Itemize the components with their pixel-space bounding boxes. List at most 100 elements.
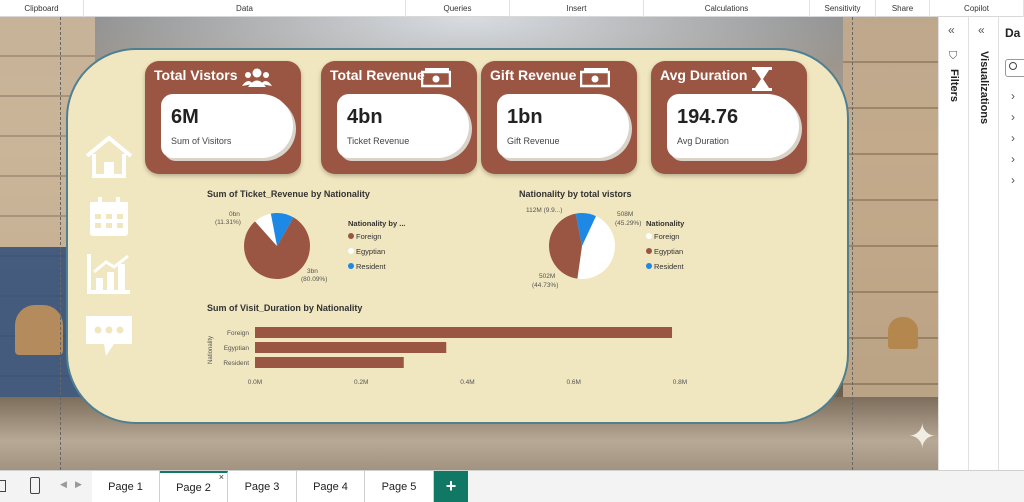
expand-chevron-icon[interactable]: › [1011,89,1015,103]
mobile-view-icon[interactable] [30,477,40,494]
x-tick-label: 0.2M [354,379,368,386]
pie-slice-egyptian[interactable] [549,213,582,279]
kpi-card: 1bn Gift Revenue [497,94,629,158]
expand-chevron-icon[interactable]: › [1011,110,1015,124]
x-tick-label: 0.8M [673,379,687,386]
legend-item-egyptian[interactable]: Egyptian [348,247,385,256]
chart-title: Nationality by total vistors [519,189,632,199]
tab-page-1[interactable]: Page 1 [92,471,160,502]
ribbon-group-sensitivity[interactable]: Sensitivity [810,0,876,17]
tab-page-5[interactable]: Page 5 [365,471,434,502]
chart-title: Sum of Visit_Duration by Nationality [207,303,363,313]
legend-item-foreign[interactable]: Foreign [348,232,381,241]
kpi-total-revenue[interactable]: Total Revenue 4bn Ticket Revenue [321,61,477,174]
legend-label: Foreign [356,232,382,241]
bar-resident[interactable] [255,357,404,368]
tab-page-2[interactable]: Page 2 × [160,471,228,502]
visualizations-label[interactable]: Visualizations [978,51,990,124]
kpi-gift-revenue[interactable]: Gift Revenue 1bn Gift Revenue [481,61,637,174]
ribbon-group-copilot[interactable]: Copilot [930,0,1024,17]
ribbon-group-calculations[interactable]: Calculations [644,0,810,17]
data-pane-title: Da [1005,26,1021,40]
data-label: 0bn [229,211,240,218]
chat-icon[interactable] [84,312,134,358]
kpi-avg-duration[interactable]: Avg Duration 194.76 Avg Duration [651,61,807,174]
sparkle-icon: ✦ [908,418,937,456]
legend-label: Resident [356,262,386,271]
hourglass-icon [750,66,774,91]
x-tick-label: 0.4M [460,379,474,386]
bar-chart-visit-duration[interactable]: Nationality Foreign Egyptian Resident 0.0M 0.… [200,320,700,388]
kpi-title: Gift Revenue [490,67,577,83]
ribbon-group-queries[interactable]: Queries [406,0,510,17]
legend-item-egyptian[interactable]: Egyptian [646,247,683,256]
ribbon: Clipboard Data Queries Insert Calculatio… [0,0,1024,17]
search-icon [1009,62,1017,70]
ribbon-group-share[interactable]: Share [876,0,930,17]
data-label: (45.29%) [615,220,642,227]
scroll-left-icon[interactable]: ◀ [60,479,67,490]
kpi-value: 6M [171,106,199,128]
users-icon [242,66,272,90]
expand-chevron-icon[interactable]: › [1011,131,1015,145]
pie-chart-ticket-revenue[interactable] [243,212,311,280]
kpi-card: 6M Sum of Visitors [161,94,293,158]
background-wall-right [843,17,938,437]
add-page-button[interactable]: + [434,471,468,502]
data-label: 112M (9.9...) [526,207,563,214]
background-statue-right [888,317,918,349]
category-label: Resident [223,360,249,367]
bar-foreign[interactable] [255,327,673,338]
chart-title: Sum of Ticket_Revenue by Nationality [207,189,370,199]
data-pane[interactable]: Da › › › › › [998,17,1024,470]
expand-chevron-icon[interactable]: › [1011,173,1015,187]
data-search-input[interactable] [1005,59,1024,77]
kpi-caption: Ticket Revenue [347,136,410,146]
category-label: Egyptian [224,345,250,352]
tab-label: Page 2 [176,482,211,494]
legend-label: Egyptian [356,247,386,256]
category-label: Foreign [227,330,249,337]
filters-label[interactable]: Filters [948,69,960,102]
calendar-icon[interactable] [84,194,134,240]
ribbon-group-insert[interactable]: Insert [510,0,644,17]
ribbon-group-clipboard[interactable]: Clipboard [0,0,84,17]
bar-chart-icon[interactable] [84,250,134,296]
collapse-icon[interactable]: « [978,23,985,37]
data-label: 508M [617,211,634,218]
legend-swatch [348,248,354,254]
scroll-right-icon[interactable]: ▶ [75,479,82,490]
tab-page-4[interactable]: Page 4 [297,471,365,502]
background-statue-left [15,305,63,355]
tab-page-3[interactable]: Page 3 [228,471,297,502]
kpi-title: Total Vistors [154,67,238,83]
kpi-value: 4bn [347,106,383,128]
filter-icon: ⛉ [949,50,958,62]
ribbon-group-data[interactable]: Data [84,0,406,17]
page-tab-bar: ◀ ▶ Page 1 Page 2 × Page 3 Page 4 Page 5 … [0,470,1024,502]
canvas-guide-right [852,17,853,470]
kpi-caption: Sum of Visitors [171,136,232,146]
collapse-icon[interactable]: « [948,23,955,37]
kpi-title: Avg Duration [660,67,748,83]
legend-swatch [646,248,652,254]
kpi-title: Total Revenue [330,67,425,83]
expand-chevron-icon[interactable]: › [1011,152,1015,166]
legend-item-resident[interactable]: Resident [348,262,386,271]
filters-pane[interactable]: « ⛉ Filters [938,17,968,470]
data-label: (80.09%) [301,276,328,283]
legend-item-resident[interactable]: Resident [646,262,684,271]
y-axis-label: Nationality [208,336,214,364]
legend-swatch [348,233,354,239]
money-icon [420,66,452,90]
close-tab-icon[interactable]: × [219,462,224,492]
visualizations-pane[interactable]: « Visualizations [968,17,998,470]
legend-item-foreign[interactable]: Foreign [646,232,679,241]
pie-chart-visitors[interactable] [548,212,616,280]
bar-egyptian[interactable] [255,342,447,353]
kpi-total-visitors[interactable]: Total Vistors 6M Sum of Visitors [145,61,301,174]
desktop-view-icon[interactable] [0,480,6,492]
legend-label: Foreign [654,232,680,241]
kpi-card: 4bn Ticket Revenue [337,94,469,158]
home-icon[interactable] [84,134,134,180]
